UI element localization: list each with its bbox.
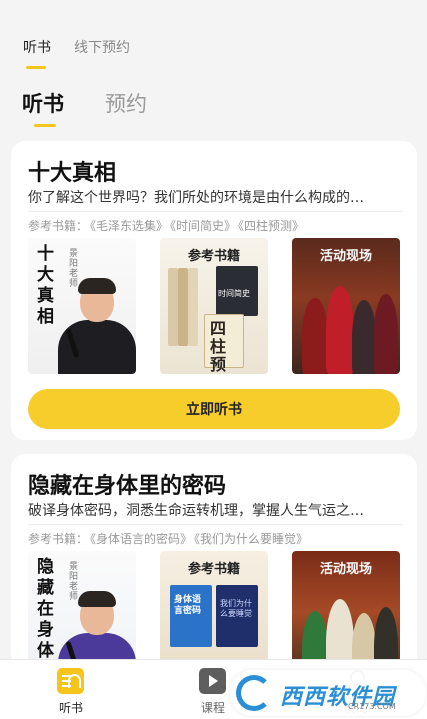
top-tab-bar: 听书 线下预约 xyxy=(0,0,427,78)
book-label: 我们为什么要睡觉 xyxy=(220,599,252,618)
headphones-icon xyxy=(57,668,84,694)
book-label: 四柱预测 xyxy=(210,319,227,375)
top-tab-offline-reservation[interactable]: 线下预约 xyxy=(74,37,130,57)
sub-tab-bar: 听书 预约 xyxy=(0,80,427,132)
watermark-subtext: CR173.COM xyxy=(348,702,396,711)
event-photo[interactable]: 活动现场 xyxy=(292,551,400,669)
divider xyxy=(28,524,403,525)
top-tab-listen[interactable]: 听书 xyxy=(23,37,51,57)
course-card[interactable]: 隐藏在身体里的密码 破译身体密码，洞悉生命运转机理，掌握人生气运之… 参考书籍：… xyxy=(11,454,417,669)
reference-label: 参考书籍： xyxy=(28,532,89,546)
reference-book: 《身体语言的密码》 xyxy=(90,532,193,546)
sub-tab-reserve[interactable]: 预约 xyxy=(105,88,147,118)
play-icon xyxy=(199,668,226,694)
reference-book: 《四柱预测》 xyxy=(238,219,305,233)
course-title: 十大真相 xyxy=(28,161,117,186)
book-label: 身体语言密码 xyxy=(174,595,202,616)
event-header: 活动现场 xyxy=(319,562,372,577)
reference-book: 《毛泽东选集》 xyxy=(90,219,169,233)
teacher-photo xyxy=(54,583,136,669)
divider xyxy=(28,211,403,212)
sub-tab-listen[interactable]: 听书 xyxy=(22,88,64,118)
course-cover-image[interactable]: 十大真相 景阳老师 xyxy=(28,238,136,374)
books-header: 参考书籍 xyxy=(187,249,240,264)
course-description: 你了解这个世界吗？我们所处的环境是由什么构成的… xyxy=(28,190,364,206)
nav-label: 听书 xyxy=(58,701,83,715)
teacher-photo xyxy=(54,270,136,374)
watermark-logo: 西西软件园 CR173.COM xyxy=(230,670,426,716)
event-photo[interactable]: 活动现场 xyxy=(292,238,400,374)
reference-book: 《时间简史》 xyxy=(170,219,237,233)
listen-now-button[interactable]: 立即听书 xyxy=(28,389,400,429)
course-card[interactable]: 十大真相 你了解这个世界吗？我们所处的环境是由什么构成的… 参考书籍： 《毛泽东选… xyxy=(11,141,417,440)
course-description: 破译身体密码，洞悉生命运转机理，掌握人生气运之… xyxy=(28,503,364,519)
reference-books: 参考书籍： 《身体语言的密码》 《我们为什么要睡觉》 xyxy=(28,530,308,547)
reference-books: 参考书籍： 《毛泽东选集》 《时间简史》 《四柱预测》 xyxy=(28,217,304,234)
reference-books-image[interactable]: 参考书籍 身体语言密码 我们为什么要睡觉 xyxy=(160,551,268,669)
event-header: 活动现场 xyxy=(319,249,372,264)
watermark-c-icon xyxy=(236,675,272,711)
top-tab-indicator xyxy=(26,66,46,69)
nav-listen[interactable]: 听书 xyxy=(21,660,121,719)
books-header: 参考书籍 xyxy=(187,562,240,577)
course-cover-image[interactable]: 隐藏在身体里的密码 景阳老师 xyxy=(28,551,136,669)
reference-book: 《我们为什么要睡觉》 xyxy=(194,532,309,546)
book-label: 时间简史 xyxy=(218,289,250,298)
reference-label: 参考书籍： xyxy=(28,219,89,233)
course-title: 隐藏在身体里的密码 xyxy=(28,474,227,499)
reference-books-image[interactable]: 参考书籍 时间简史 四柱预测 xyxy=(160,238,268,374)
sub-tab-indicator xyxy=(34,124,56,127)
